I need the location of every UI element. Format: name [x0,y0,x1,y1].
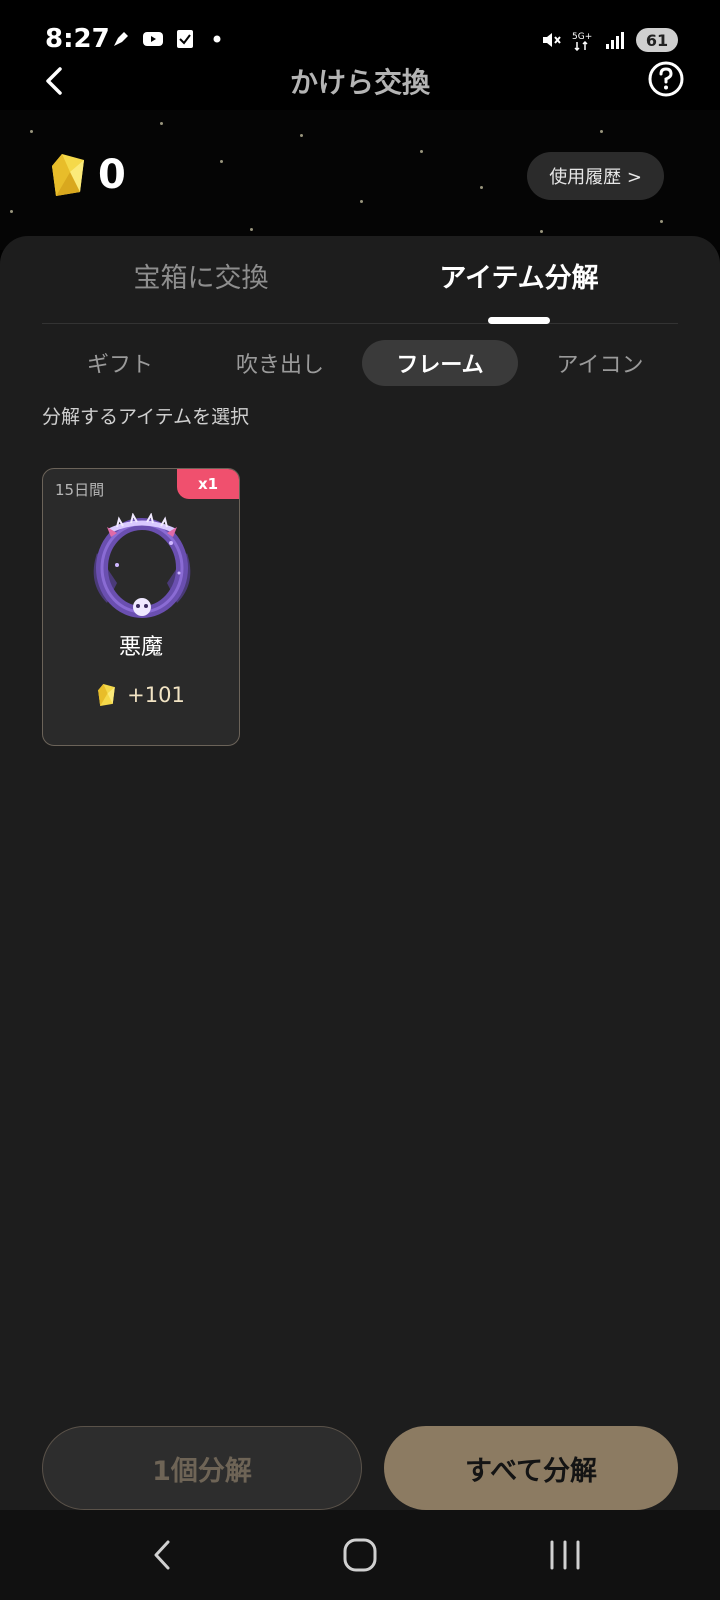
crystal-icon [52,154,84,196]
main-tabs: 宝箱に交換 アイテム分解 [42,236,678,324]
category-tab-icon[interactable]: アイコン [522,340,678,386]
star [540,230,543,233]
category-tab-speech-bubble[interactable]: 吹き出し [202,340,358,386]
youtube-icon [143,32,163,46]
star [220,160,223,163]
item-duration: 15日間 [55,481,105,499]
nav-recents-icon[interactable] [542,1532,588,1578]
nav-back-icon[interactable] [140,1532,186,1578]
star [600,130,603,133]
dot-icon [213,35,221,43]
status-bar: 8:27 5G+ 61 [0,0,720,60]
item-reward: +101 [43,683,239,707]
network-icon: 5G+ [572,32,592,51]
star [160,122,163,125]
category-tab-gift[interactable]: ギフト [42,340,198,386]
instruction-text: 分解するアイテムを選択 [42,406,250,428]
system-icons: 5G+ 61 [540,28,678,52]
header: かけら交換 [0,55,720,115]
page-title: かけら交換 [289,66,430,99]
star [250,228,253,231]
tab-item-disassemble[interactable]: アイテム分解 [360,236,678,324]
balance-value: 0 [98,152,126,198]
star [30,130,33,133]
category-tab-frame[interactable]: フレーム [362,340,518,386]
star [10,210,13,213]
disassemble-all-button[interactable]: すべて分解 [384,1426,678,1510]
demon-frame-icon [93,513,191,618]
star [420,150,423,153]
star [360,200,363,203]
checklist-icon [177,30,193,48]
system-nav-bar [0,1510,720,1600]
main-panel: 宝箱に交換 アイテム分解 ギフト 吹き出し フレーム アイコン 分解するアイテム… [0,236,720,1510]
mute-icon [543,33,561,47]
star [480,186,483,189]
crystal-icon [98,684,115,706]
svg-text:5G+: 5G+ [572,32,592,42]
star [660,220,663,223]
disassemble-one-button[interactable]: 1個分解 [42,1426,362,1510]
item-name: 悪魔 [118,635,163,660]
tab-exchange-treasure[interactable]: 宝箱に交換 [42,236,360,323]
notification-icons [110,28,228,50]
item-reward-value: +101 [127,683,185,707]
crystal-balance: 0 [50,152,126,198]
nav-home-icon[interactable] [337,1532,383,1578]
star [300,134,303,137]
help-icon[interactable] [646,59,686,99]
category-tabs: ギフト 吹き出し フレーム アイコン [42,340,678,388]
item-quantity-badge: x1 [177,469,239,499]
balance-banner: 0 使用履歴 > [0,110,720,250]
battery-indicator: 61 [636,28,678,52]
usage-history-button[interactable]: 使用履歴 > [527,152,664,200]
pen-icon [114,32,128,46]
item-card[interactable]: 15日間 x1 悪魔 +101 [42,468,240,746]
status-time: 8:27 [45,24,110,54]
signal-icon [606,32,624,49]
